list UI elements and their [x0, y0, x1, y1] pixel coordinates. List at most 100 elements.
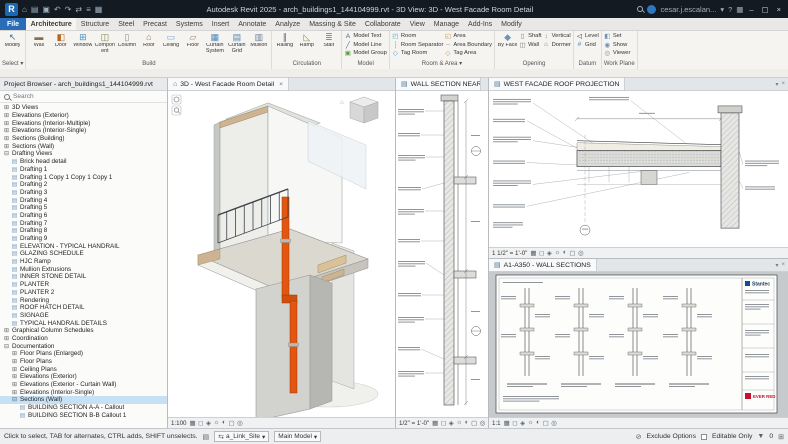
collapse-icon[interactable]: ⊟ [11, 396, 18, 403]
tree-item-building-section-b-b-callout-1[interactable]: ▤ BUILDING SECTION B-B Callout 1 [0, 412, 167, 420]
ribbon-tab-analyze[interactable]: Analyze [271, 18, 305, 30]
browser-search-input[interactable] [13, 93, 163, 100]
ribbon-tab-add-ins[interactable]: Add-Ins [464, 18, 497, 30]
expand-icon[interactable]: ⊞ [3, 327, 10, 334]
sun-settings-icon[interactable]: ☼ [456, 419, 462, 427]
tag-room-button[interactable]: ◇ Tag Room [392, 49, 444, 58]
tree-item-floor-plans[interactable]: ⊞ Floor Plans [0, 358, 167, 366]
expand-icon[interactable]: ⊞ [3, 104, 10, 111]
ribbon-tab-systems[interactable]: Systems [171, 18, 207, 30]
scale-indicator[interactable]: 1:1 [492, 420, 501, 427]
measure-icon[interactable]: ≡ [86, 5, 91, 14]
visual-style-icon[interactable]: ◈ [206, 419, 211, 427]
roof-button[interactable]: ⌂ Roof [138, 32, 159, 49]
model-group-button[interactable]: ▣ Model Group [344, 49, 387, 58]
tree-item-mullion-extrusions[interactable]: ▤ Mullion Extrusions [0, 265, 167, 273]
crop-view-icon[interactable]: ▢ [471, 419, 477, 427]
ribbon-tab-architecture[interactable]: Architecture [26, 18, 77, 30]
help-icon[interactable]: ? [728, 5, 732, 14]
collapse-icon[interactable]: ⊟ [3, 343, 10, 350]
modify-button[interactable]: ↖ Modify [2, 32, 23, 49]
sun-settings-icon[interactable]: ☼ [214, 419, 220, 427]
set-button[interactable]: ◧ Set [604, 32, 631, 41]
tree-item-elevation-typical-handrail[interactable]: ▤ ELEVATION - TYPICAL HANDRAIL [0, 242, 167, 250]
floor-button[interactable]: ▱ Floor [182, 32, 203, 49]
expand-icon[interactable]: ⊞ [3, 120, 10, 127]
visual-style-icon[interactable]: ◈ [520, 419, 525, 427]
tree-item-ceiling-plans[interactable]: ⊞ Ceiling Plans [0, 365, 167, 373]
tree-item-planter-2[interactable]: ▤ PLANTER 2 [0, 289, 167, 297]
tree-item-sections-wall[interactable]: ⊟ Sections (Wall) [0, 396, 167, 404]
view-tab-3d[interactable]: ⌂ 3D - West Facade Room Detail × [168, 78, 290, 90]
tree-item-documentation[interactable]: ⊟ Documentation [0, 342, 167, 350]
stair-button[interactable]: ≣ Stair [318, 32, 339, 49]
scale-indicator[interactable]: 1/2" = 1'-0" [399, 420, 429, 427]
ribbon-tab-insert[interactable]: Insert [207, 18, 234, 30]
view-tab-roof-projection[interactable]: ▤ WEST FACADE ROOF PROJECTION [489, 78, 626, 90]
tree-item-drafting-5[interactable]: ▤ Drafting 5 [0, 204, 167, 212]
shaft-button[interactable]: ▯ Shaft [519, 32, 542, 41]
shadows-icon[interactable]: ◐ [536, 419, 540, 427]
reveal-hidden-icon[interactable]: ◎ [578, 249, 584, 257]
editable-only-checkbox[interactable] [700, 433, 707, 440]
ribbon-tab-steel[interactable]: Steel [114, 18, 139, 30]
wall-button[interactable]: ▬ Wall [28, 32, 49, 49]
tree-item-elevations-interior-single[interactable]: ⊞ Elevations (Interior-Single) [0, 388, 167, 396]
view-menu-icon[interactable]: ▾ [775, 262, 778, 269]
tree-item-sections-building[interactable]: ⊞ Sections (Building) [0, 135, 167, 143]
view-tab-sheet[interactable]: ▤ A1-A350 - WALL SECTIONS [489, 259, 597, 271]
collapse-icon[interactable]: ⊟ [3, 150, 10, 157]
minimize-button[interactable]: – [747, 5, 755, 14]
ribbon-tab-annotate[interactable]: Annotate [234, 18, 271, 30]
3d-canvas[interactable]: ⌂ [168, 91, 395, 417]
design-options-dropdown[interactable]: Main Model ▾ [274, 431, 322, 442]
tree-item-drafting-views[interactable]: ⊟ Drafting Views [0, 150, 167, 158]
sun-settings-icon[interactable]: ☼ [554, 249, 560, 257]
close-view-icon[interactable]: × [781, 262, 785, 268]
tree-item-elevations-interior-single[interactable]: ⊞ Elevations (Interior-Single) [0, 127, 167, 135]
close-button[interactable]: × [775, 5, 783, 14]
crop-view-icon[interactable]: ▢ [569, 249, 575, 257]
home-view-icon[interactable]: ⌂ [340, 100, 344, 106]
tree-item-drafting-2[interactable]: ▤ Drafting 2 [0, 181, 167, 189]
detail-level-icon[interactable]: ◻ [198, 419, 203, 427]
component-button[interactable]: ◫ Component [94, 32, 115, 54]
railing-button[interactable]: ∥ Railing [274, 32, 295, 49]
tree-item-typical-handrail-details[interactable]: ▤ TYPICAL HANDRAIL DETAILS [0, 319, 167, 327]
tree-item-3d-views[interactable]: ⊞ 3D Views [0, 104, 167, 112]
column-button[interactable]: ▯ Column [116, 32, 137, 49]
tree-item-drafting-1-copy-1-copy-1-copy-1[interactable]: ▤ Drafting 1 Copy 1 Copy 1 Copy 1 [0, 173, 167, 181]
room-button[interactable]: ◰ Room [392, 32, 444, 41]
open-icon[interactable]: ▤ [31, 5, 39, 14]
expand-icon[interactable]: ⊞ [11, 350, 18, 357]
expand-icon[interactable]: ⊞ [11, 358, 18, 365]
ribbon-tab-structure[interactable]: Structure [76, 18, 113, 30]
visual-style-icon[interactable]: ◈ [547, 249, 552, 257]
expand-icon[interactable]: ⊞ [11, 373, 18, 380]
expand-icon[interactable]: ⊞ [3, 127, 10, 134]
user-name[interactable]: cesar.j.escalan... [660, 5, 716, 14]
file-tab[interactable]: File [0, 18, 27, 30]
detail-level-icon[interactable]: ◻ [539, 249, 544, 257]
sync-icon[interactable]: ⇄ [75, 5, 82, 14]
window-button[interactable]: ⊞ Window [72, 32, 93, 49]
tree-item-roof-hatch-detail[interactable]: ▤ ROOF HATCH DETAIL [0, 304, 167, 312]
user-avatar[interactable] [647, 4, 657, 14]
tree-item-floor-plans-enlarged[interactable]: ⊞ Floor Plans (Enlarged) [0, 350, 167, 358]
ramp-button[interactable]: ◺ Ramp [296, 32, 317, 49]
ribbon-tab-manage[interactable]: Manage [429, 18, 463, 30]
tree-item-drafting-8[interactable]: ▤ Drafting 8 [0, 227, 167, 235]
curtain-system-button[interactable]: ▦ Curtain System [204, 32, 225, 54]
tree-item-inner-stone-detail[interactable]: ▤ INNER STONE DETAIL [0, 273, 167, 281]
room-separator-button[interactable]: ┆ Room Separator [392, 41, 443, 50]
dormer-button[interactable]: ⌂ Dormer [543, 41, 571, 50]
press-drag-icon[interactable]: ⊞ [778, 433, 784, 441]
tree-item-sections-wall[interactable]: ⊞ Sections (Wall) [0, 142, 167, 150]
tree-item-elevations-interior-multiple[interactable]: ⊞ Elevations (Interior-Multiple) [0, 119, 167, 127]
expand-icon[interactable]: ⊞ [11, 389, 18, 396]
scale-indicator[interactable]: 1:100 [171, 420, 186, 427]
scale-icon[interactable]: ▦ [504, 419, 510, 427]
filter-icon[interactable]: ▼ [757, 433, 764, 440]
shadows-icon[interactable]: ◐ [222, 419, 226, 427]
exclude-options-icon[interactable]: ⊘ [636, 433, 642, 441]
